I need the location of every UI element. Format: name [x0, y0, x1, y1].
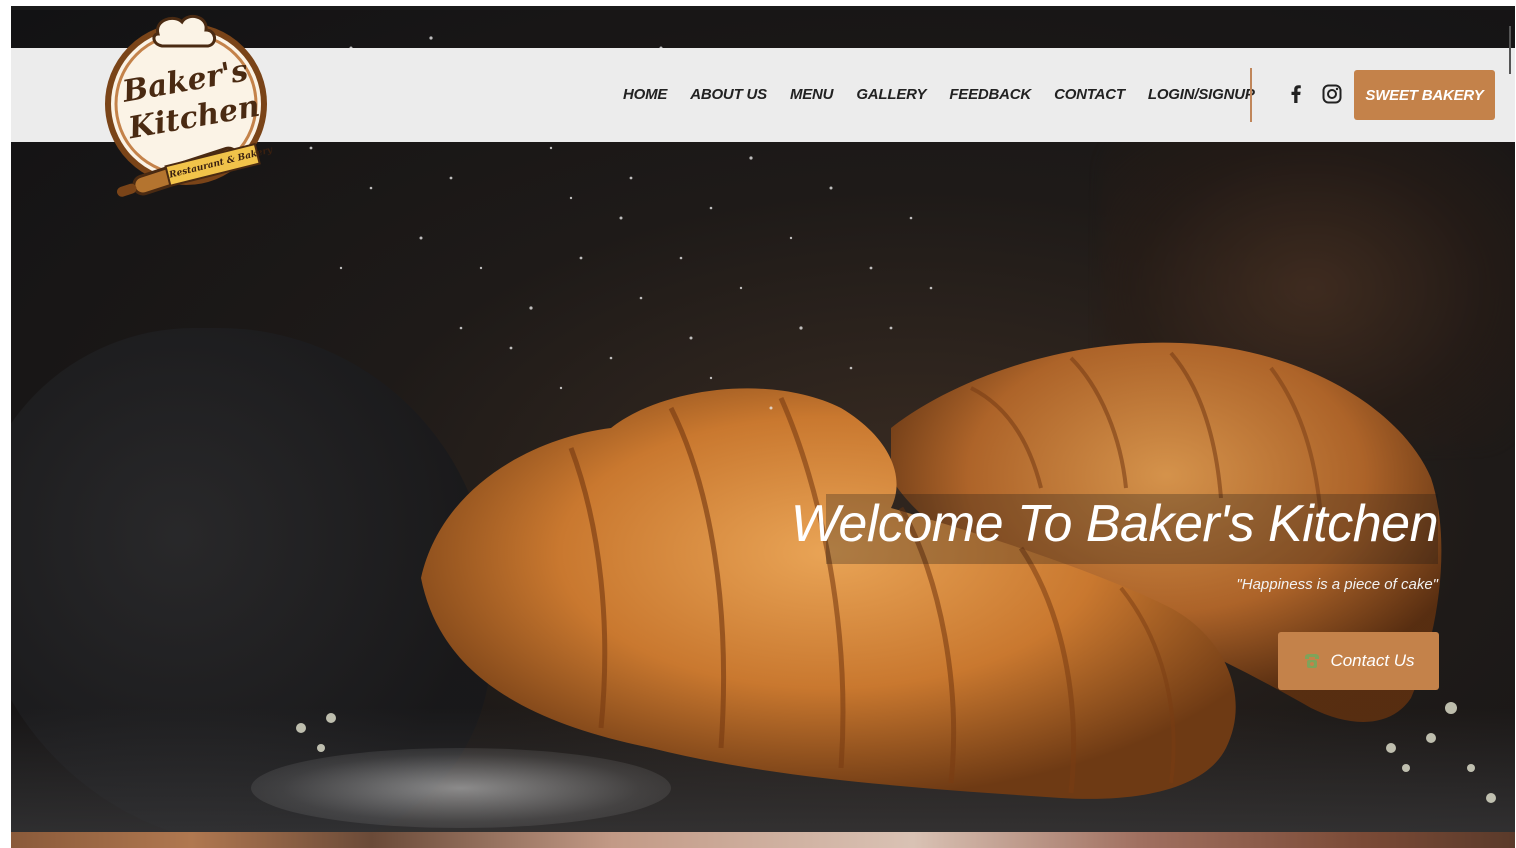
- nav-feedback-link[interactable]: FEEDBACK: [949, 86, 1031, 103]
- hero-tagline: "Happiness is a piece of cake": [1236, 576, 1438, 593]
- nav-links: HOME ABOUT US MENU GALLERY FEEDBACK CONT…: [623, 86, 1278, 103]
- instagram-icon[interactable]: [1320, 82, 1344, 106]
- bakers-kitchen-logo[interactable]: Baker's Kitchen Restaurant & Bakery: [96, 12, 276, 204]
- hero-title: Welcome To Baker's Kitchen: [790, 495, 1439, 553]
- nav-divider: [1250, 68, 1252, 122]
- scrollbar[interactable]: [1509, 26, 1511, 74]
- nav-gallery-link[interactable]: GALLERY: [856, 86, 926, 103]
- nav-about-link[interactable]: ABOUT US: [690, 86, 767, 103]
- next-section-preview: [11, 832, 1515, 848]
- top-edge: [11, 6, 1515, 10]
- nav-contact-link[interactable]: CONTACT: [1054, 86, 1125, 103]
- contact-us-label: Contact Us: [1330, 651, 1415, 670]
- sweet-bakery-button[interactable]: SWEET BAKERY: [1354, 70, 1495, 120]
- nav-home-link[interactable]: HOME: [623, 86, 667, 103]
- facebook-icon[interactable]: [1284, 82, 1308, 106]
- nav-login-signup-link[interactable]: LOGIN/SIGNUP: [1148, 86, 1255, 103]
- page: HOME ABOUT US MENU GALLERY FEEDBACK CONT…: [0, 0, 1516, 848]
- phone-icon: [1302, 651, 1322, 671]
- nav-menu-link[interactable]: MENU: [790, 86, 834, 103]
- contact-us-button[interactable]: Contact Us: [1278, 632, 1439, 690]
